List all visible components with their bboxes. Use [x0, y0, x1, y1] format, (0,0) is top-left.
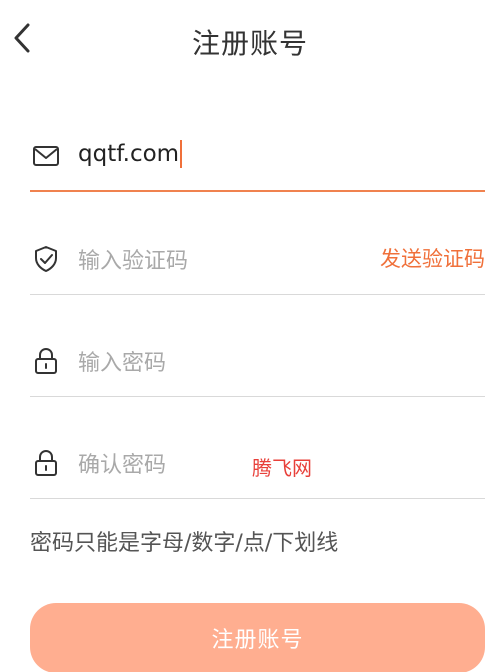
page-title: 注册账号: [191, 27, 308, 60]
text-caret: [180, 140, 183, 168]
password-input[interactable]: 输入密码: [78, 345, 166, 377]
email-input[interactable]: qqtf.com: [78, 140, 183, 168]
email-underline: [30, 190, 485, 192]
password-hint: 密码只能是字母/数字/点/下划线: [30, 531, 339, 556]
password-field[interactable]: 输入密码: [30, 331, 485, 397]
email-field[interactable]: qqtf.com: [30, 126, 485, 192]
register-button[interactable]: 注册账号: [30, 603, 485, 672]
confirm-password-input[interactable]: 确认密码: [78, 447, 166, 479]
verification-code-input[interactable]: 输入验证码: [78, 243, 188, 275]
password-underline: [30, 396, 485, 397]
verification-code-field[interactable]: 输入验证码 发送验证码: [30, 229, 485, 295]
lock-icon: [32, 347, 60, 375]
register-page: 注册账号 qqtf.com 输入验证码 发送验证码 输入密码 确认密码 腾飞网 …: [0, 0, 500, 672]
header: 注册账号: [0, 0, 500, 80]
email-value: qqtf.com: [78, 141, 180, 167]
register-button-label: 注册账号: [211, 628, 304, 653]
confirm-password-underline: [30, 498, 485, 499]
code-underline: [30, 294, 485, 295]
lock-icon: [32, 449, 60, 477]
send-code-button[interactable]: 发送验证码: [380, 243, 485, 273]
watermark-text: 腾飞网: [252, 456, 312, 480]
mail-icon: [32, 142, 60, 170]
shield-check-icon: [32, 245, 60, 273]
